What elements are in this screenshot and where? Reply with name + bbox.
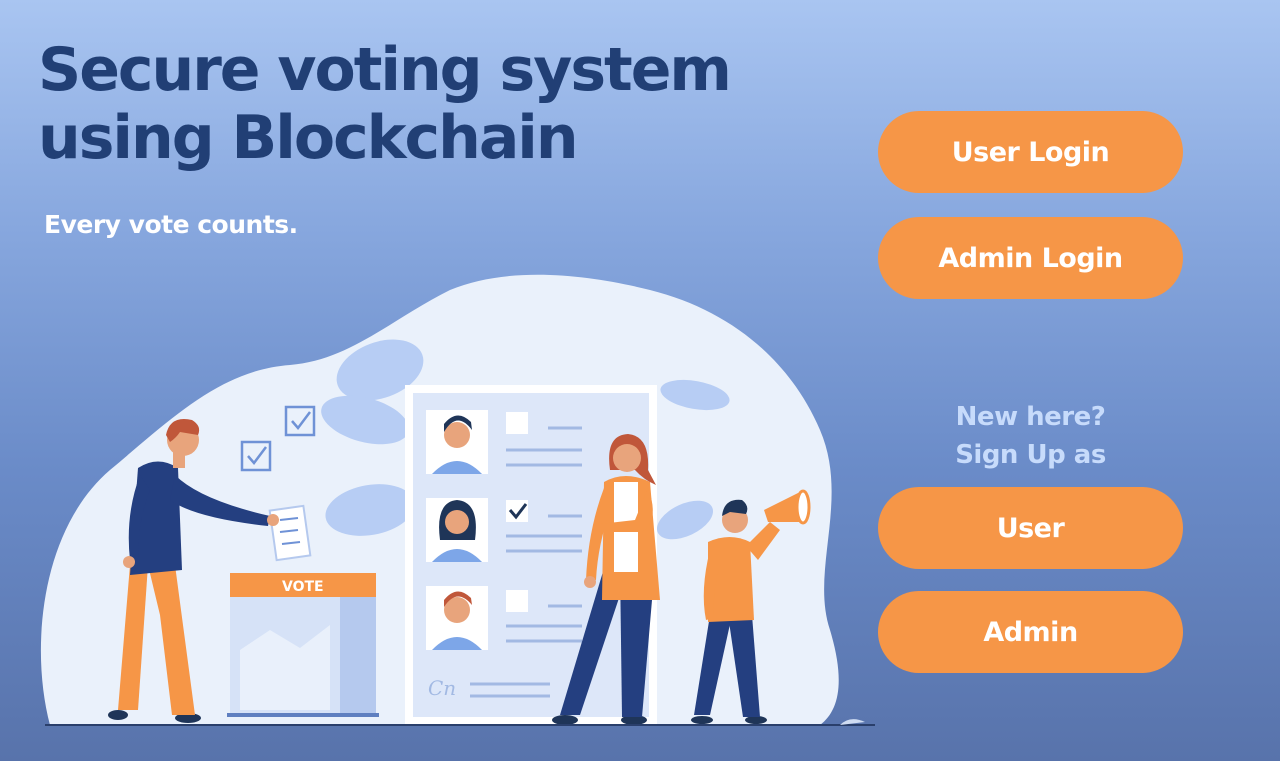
ballot-signature: Cn bbox=[428, 676, 456, 700]
tagline: Every vote counts. bbox=[44, 210, 298, 239]
floating-checkbox-2 bbox=[240, 440, 272, 472]
ballot-box: VOTE bbox=[227, 573, 379, 717]
admin-signup-button[interactable]: Admin bbox=[878, 591, 1183, 673]
user-login-button[interactable]: User Login bbox=[878, 111, 1183, 193]
page-title-line-2: using Blockchain bbox=[38, 103, 579, 173]
signup-prompt: New here? Sign Up as bbox=[878, 398, 1183, 474]
signup-prompt-line-1: New here? bbox=[955, 402, 1106, 432]
floating-checkbox-1 bbox=[284, 405, 316, 437]
page-title: Secure voting system using Blockchain bbox=[38, 36, 798, 172]
user-signup-button[interactable]: User bbox=[878, 487, 1183, 569]
ballot-box-label: VOTE bbox=[282, 579, 324, 595]
signup-prompt-line-2: Sign Up as bbox=[955, 440, 1106, 470]
page-title-line-1: Secure voting system bbox=[38, 35, 732, 105]
voting-illustration: Cn VOTE bbox=[40, 274, 875, 726]
admin-login-button[interactable]: Admin Login bbox=[878, 217, 1183, 299]
